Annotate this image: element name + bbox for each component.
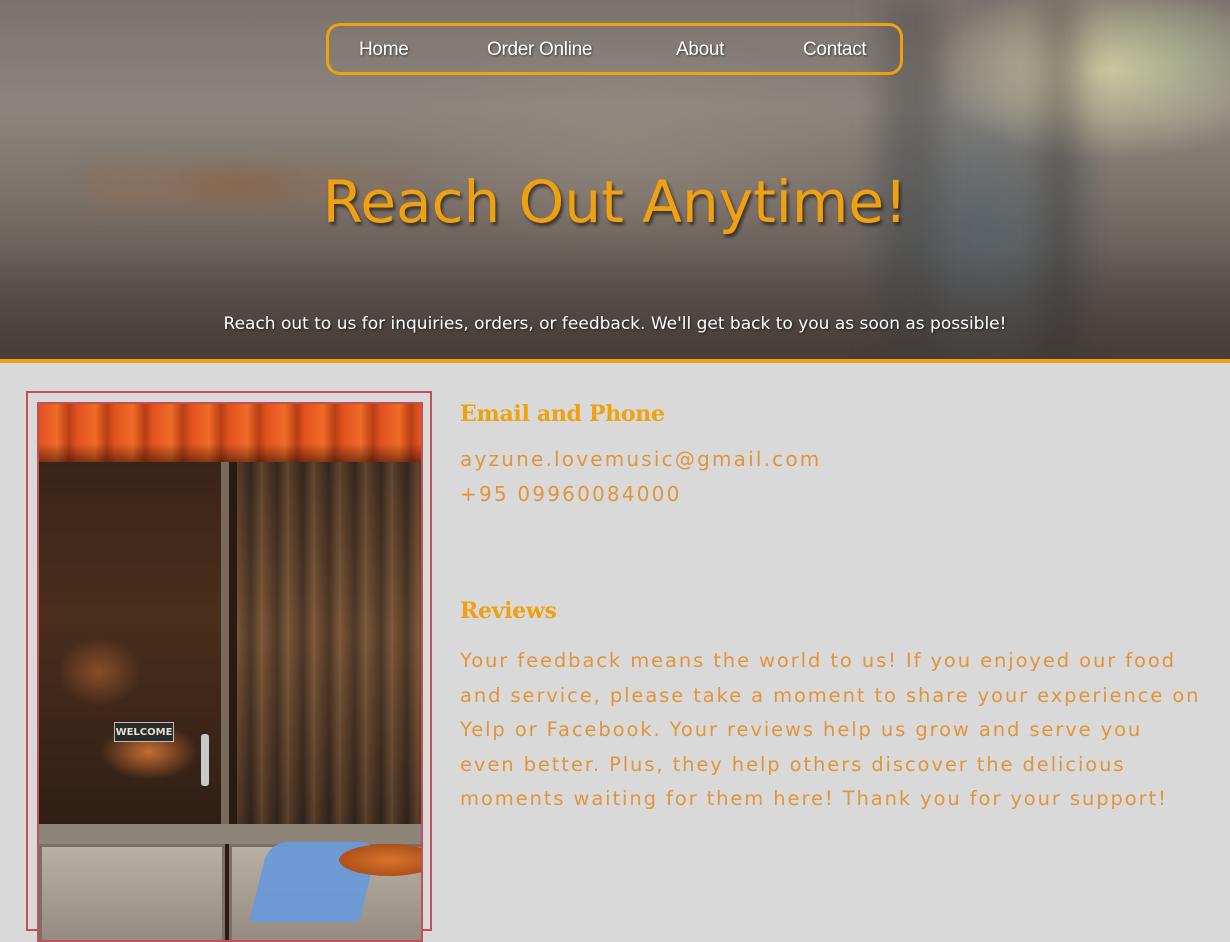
- nav-contact-link[interactable]: Contact: [803, 39, 867, 61]
- reviews-body: Your feedback means the world to us! If …: [460, 649, 1201, 810]
- door-left: [39, 462, 229, 842]
- welcome-sign: WELCOME: [114, 722, 174, 742]
- nav-about-link[interactable]: About: [676, 39, 724, 61]
- cafe-photo-frame: WELCOME: [26, 391, 432, 942]
- window-reflection: [237, 462, 421, 842]
- email-phone-heading: Email and Phone: [460, 401, 665, 427]
- reviews-heading: Reviews: [460, 598, 557, 624]
- main-nav: Home Order Online About Contact: [326, 23, 903, 75]
- door-panel: [39, 844, 225, 940]
- door-handle: [201, 734, 209, 786]
- hero-background-shadow: [0, 250, 1230, 359]
- page-title: Reach Out Anytime!: [322, 168, 908, 236]
- nav-home-link[interactable]: Home: [359, 39, 409, 61]
- cafe-storefront-image: WELCOME: [37, 402, 423, 942]
- hero-banner: Home Order Online About Contact Reach Ou…: [0, 0, 1230, 363]
- phone-number[interactable]: +95 09960084000: [460, 482, 682, 506]
- nav-order-online-link[interactable]: Order Online: [487, 39, 592, 61]
- hero-subtitle: Reach out to us for inquiries, orders, o…: [223, 314, 1007, 334]
- email-address[interactable]: ayzune.lovemusic@gmail.com: [460, 447, 822, 471]
